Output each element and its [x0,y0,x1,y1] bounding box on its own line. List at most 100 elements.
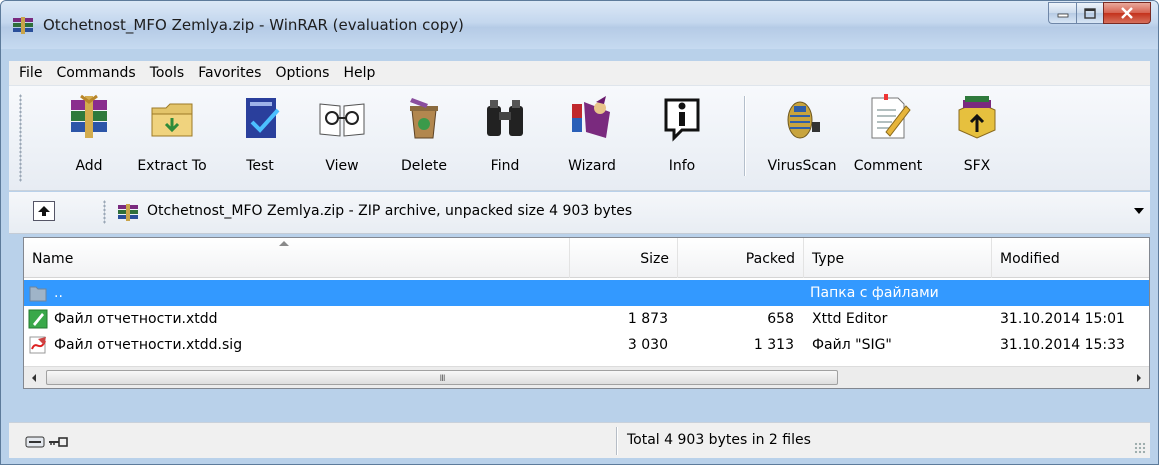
list-header: Name Size Packed Type Modified [24,238,1149,278]
close-icon [1121,7,1133,19]
sig-file-icon [29,336,46,354]
find-binoculars-icon [487,100,523,136]
column-size-label: Size [640,251,669,267]
comment-label: Comment [853,158,923,174]
column-size[interactable]: Size [570,238,678,278]
address-dropdown-icon[interactable] [1134,208,1144,214]
delete-button[interactable]: Delete [389,92,459,184]
column-type[interactable]: Type [804,238,992,278]
virusscan-icon [787,101,820,139]
scroll-left-icon [32,374,36,382]
minimize-button[interactable] [1048,2,1076,24]
delete-bin-icon [410,98,438,139]
sfx-button[interactable]: SFX [942,92,1012,184]
scroll-thumb-grip: III [439,374,446,384]
test-icon [246,98,280,138]
status-divider [616,427,617,455]
info-button[interactable]: Info [647,92,717,184]
column-type-label: Type [812,251,845,267]
file-name: .. [54,285,63,301]
wizard-icon [572,96,610,138]
xtdd-file-icon [28,309,48,329]
column-packed-label: Packed [745,251,795,267]
find-button[interactable]: Find [470,92,540,184]
extract-folder-icon [151,103,193,137]
add-button[interactable]: Add [54,92,124,184]
minimize-icon [1057,13,1068,18]
close-button[interactable] [1103,2,1151,24]
virusscan-label: VirusScan [767,158,837,174]
column-packed[interactable]: Packed [678,238,804,278]
file-modified: 31.10.2014 15:33 [1000,337,1125,353]
up-level-button[interactable] [33,201,55,221]
title-bar[interactable]: Otchetnost_MFO Zemlya.zip - WinRAR (eval… [1,1,1158,49]
sort-ascending-icon [279,241,289,246]
resize-grip[interactable] [1134,442,1146,454]
scroll-right-icon [1137,374,1141,382]
sfx-icon [958,96,996,139]
sfx-label: SFX [963,158,991,174]
menu-file[interactable]: File [13,65,50,81]
address-grip [103,200,106,224]
column-modified[interactable]: Modified [992,238,1149,278]
menu-commands[interactable]: Commands [50,65,143,81]
folder-up-icon [29,286,47,302]
file-size: 3 030 [627,337,668,353]
drive-key-icon[interactable] [25,435,69,449]
status-summary: Total 4 903 bytes in 2 files [627,432,811,448]
view-label: View [325,158,359,174]
address-bar: Otchetnost_MFO Zemlya.zip - ZIP archive,… [9,192,1150,234]
winrar-window: Otchetnost_MFO Zemlya.zip - WinRAR (eval… [0,0,1159,465]
test-label: Test [246,158,274,174]
add-label: Add [75,158,103,174]
delete-label: Delete [401,158,447,174]
maximize-icon [1084,7,1096,19]
file-type: Xttd Editor [812,311,888,327]
file-type: Папка с файлами [810,285,939,301]
menu-bar: File Commands Tools Favorites Options He… [9,61,1150,85]
wizard-label: Wizard [568,158,616,174]
toolbar-grip[interactable] [19,94,22,182]
file-type: Файл "SIG" [812,337,892,353]
add-archive-icon [71,94,107,138]
column-name[interactable]: Name [24,238,570,278]
comment-button[interactable]: Comment [853,92,923,184]
comment-icon [871,94,911,139]
info-icon [664,98,700,142]
wizard-button[interactable]: Wizard [557,92,627,184]
list-item-parent-folder[interactable]: .. Папка с файлами [24,280,1149,306]
list-item-xtdd[interactable]: Файл отчетности.xtdd 1 873 658 Xttd Edit… [24,306,1149,332]
virusscan-button[interactable]: VirusScan [767,92,837,184]
zip-archive-icon [118,204,138,221]
file-modified: 31.10.2014 15:01 [1000,311,1125,327]
status-bar: Total 4 903 bytes in 2 files [9,422,1150,458]
menu-options[interactable]: Options [269,65,337,81]
horizontal-scrollbar[interactable]: III [24,366,1149,388]
toolbar-separator [744,96,745,176]
scroll-right-button[interactable] [1129,367,1149,388]
file-name: Файл отчетности.xtdd [54,311,218,327]
find-label: Find [490,158,520,174]
column-modified-label: Modified [1000,251,1060,267]
menu-favorites[interactable]: Favorites [192,65,269,81]
view-button[interactable]: View [307,92,377,184]
file-packed: 658 [767,311,794,327]
view-book-icon [319,103,365,137]
address-path[interactable]: Otchetnost_MFO Zemlya.zip - ZIP archive,… [147,203,632,219]
menu-help[interactable]: Help [337,65,383,81]
window-title: Otchetnost_MFO Zemlya.zip - WinRAR (eval… [43,16,464,34]
file-list: Name Size Packed Type Modified .. Папка … [23,237,1150,389]
maximize-button[interactable] [1076,2,1103,24]
test-button[interactable]: Test [225,92,295,184]
scroll-thumb[interactable]: III [46,370,838,385]
extract-to-label: Extract To [137,158,207,174]
column-name-label: Name [32,251,74,267]
file-name: Файл отчетности.xtdd.sig [54,337,243,353]
menu-tools[interactable]: Tools [144,65,193,81]
list-item-xtdd-sig[interactable]: Файл отчетности.xtdd.sig 3 030 1 313 Фай… [24,332,1149,358]
up-arrow-icon [38,206,50,216]
extract-to-button[interactable]: Extract To [137,92,207,184]
file-packed: 1 313 [753,337,794,353]
winrar-icon [13,17,33,34]
scroll-left-button[interactable] [24,367,44,388]
